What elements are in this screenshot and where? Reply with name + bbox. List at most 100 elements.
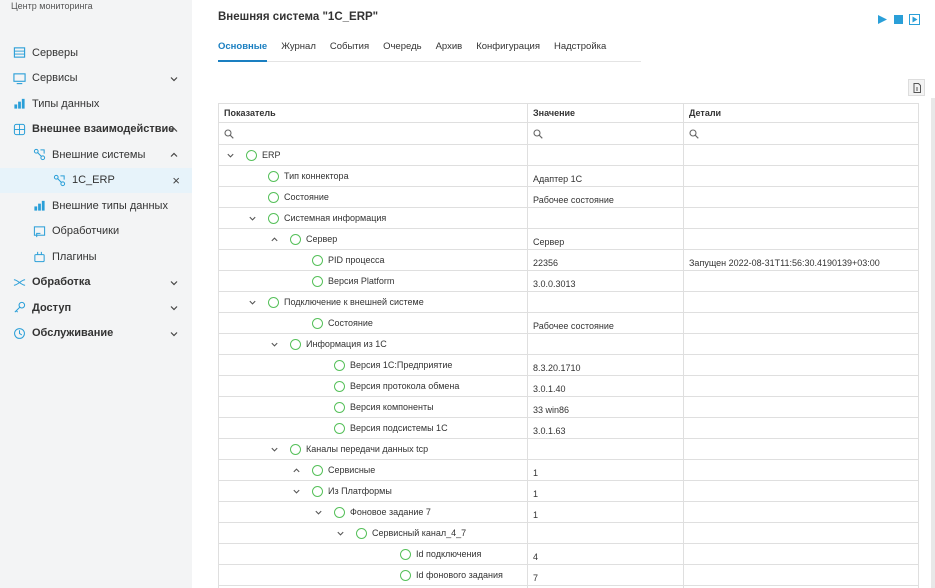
table-row[interactable]: Информация из 1С (218, 333, 919, 355)
value-cell: 8.3.20.1710 (527, 354, 684, 376)
column-header-value[interactable]: Значение (527, 103, 684, 123)
column-header-details[interactable]: Детали (683, 103, 919, 123)
search-icon (689, 128, 913, 139)
sidebar-item-external-data-types[interactable]: Внешние типы данных (0, 193, 192, 219)
details-cell (683, 396, 919, 418)
filter-details[interactable] (683, 122, 919, 145)
chevron-down-icon[interactable] (169, 329, 179, 339)
chevron-down-icon[interactable] (312, 506, 324, 518)
table-row[interactable]: Фоновое задание 7 1 (218, 501, 919, 523)
value-cell: 22356 (527, 249, 684, 271)
sidebar-item-plugins[interactable]: Плагины (0, 244, 192, 270)
search-icon (533, 128, 678, 139)
table-row[interactable]: Версия 1С:Предприятие 8.3.20.1710 (218, 354, 919, 376)
metric-name: Состояние (284, 192, 329, 202)
sidebar-item-external-interaction[interactable]: Внешнее взаимодействие (0, 117, 192, 143)
table-row[interactable]: Версия компоненты 33 win86 (218, 396, 919, 418)
sidebar-item-processing[interactable]: Обработка (0, 270, 192, 296)
metric-name: Версия 1С:Предприятие (350, 360, 453, 370)
scrollbar[interactable] (931, 98, 935, 588)
tab-queue[interactable]: Очередь (383, 40, 421, 62)
metric-cell: Версия протокола обмена (218, 375, 528, 397)
chevron-down-icon[interactable] (268, 338, 280, 350)
sidebar-item-label: Плагины (52, 250, 97, 263)
chevron-down-icon[interactable] (268, 443, 280, 455)
chevron-down-icon[interactable] (246, 296, 258, 308)
sidebar-item-access[interactable]: Доступ (0, 295, 192, 321)
table-row[interactable]: Подключение к внешней системе (218, 291, 919, 313)
chevron-up-icon[interactable] (290, 464, 302, 476)
play-icon[interactable] (877, 14, 888, 25)
step-icon[interactable] (909, 14, 920, 25)
details-cell (683, 186, 919, 208)
search-icon (224, 128, 522, 139)
details-cell (683, 207, 919, 229)
metric-cell: Тип коннектора (218, 165, 528, 187)
export-button[interactable] (908, 79, 925, 96)
status-ok-icon (312, 485, 323, 497)
table-row[interactable]: Id фонового задания 7 (218, 564, 919, 586)
metric-name: Id фонового задания (416, 570, 503, 580)
app-title: Центр мониторинга (11, 1, 93, 11)
tab-events[interactable]: События (330, 40, 369, 62)
chevron-down-icon[interactable] (334, 527, 346, 539)
status-ok-icon (290, 338, 301, 350)
column-header-metric[interactable]: Показатель (218, 103, 528, 123)
tab-main[interactable]: Основные (218, 40, 268, 62)
metric-cell: Id фонового задания (218, 564, 528, 586)
table-row[interactable]: Версия протокола обмена 3.0.1.40 (218, 375, 919, 397)
chevron-down-icon[interactable] (169, 303, 179, 313)
table-row[interactable]: Каналы передачи данных tcp (218, 438, 919, 460)
table-row[interactable]: Сервисные 1 (218, 459, 919, 481)
table-row[interactable]: Состояние Рабочее состояние (218, 312, 919, 334)
sidebar-item-handlers[interactable]: Обработчики (0, 219, 192, 245)
table-row[interactable]: Из Платформы 1 (218, 480, 919, 502)
sidebar-item-services[interactable]: Сервисы (0, 66, 192, 92)
table-row[interactable]: Сервисный канал_4_7 (218, 522, 919, 544)
sidebar-item-servers[interactable]: Серверы (0, 40, 192, 66)
table-body: ERP Тип коннектора Адаптер 1С Состояние Рабо… (218, 144, 919, 588)
status-ok-icon (334, 401, 345, 413)
key-icon (12, 301, 26, 315)
tab-configuration[interactable]: Конфигурация (476, 40, 540, 62)
chevron-up-icon[interactable] (169, 150, 179, 160)
chevron-down-icon[interactable] (224, 149, 236, 161)
close-icon[interactable]: × (172, 173, 180, 188)
sidebar-item-label: Внешние системы (52, 148, 146, 161)
stop-icon[interactable] (893, 14, 904, 25)
table-row[interactable]: Системная информация (218, 207, 919, 229)
chevron-down-icon[interactable] (290, 485, 302, 497)
chevron-down-icon[interactable] (246, 212, 258, 224)
sidebar-item-data-types[interactable]: Типы данных (0, 91, 192, 117)
toggle-spacer (312, 380, 324, 392)
table-row[interactable]: PID процесса 22356 Запущен 2022-08-31T11:5… (218, 249, 919, 271)
table-row[interactable]: Сервер Сервер (218, 228, 919, 250)
chevron-down-icon[interactable] (169, 74, 179, 84)
table-row[interactable]: Версия подсистемы 1С 3.0.1.63 (218, 417, 919, 439)
metric-name: PID процесса (328, 255, 385, 265)
table-row[interactable]: Id подключения 4 (218, 543, 919, 565)
toggle-spacer (312, 422, 324, 434)
table-row[interactable]: Версия Platform 3.0.0.3013 (218, 270, 919, 292)
servers-icon (12, 46, 26, 60)
tab-addon[interactable]: Надстройка (554, 40, 606, 62)
metric-cell: Фоновое задание 7 (218, 501, 528, 523)
chevron-up-icon[interactable] (268, 233, 280, 245)
table-row[interactable]: Состояние Рабочее состояние (218, 186, 919, 208)
table-row[interactable]: Тип коннектора Адаптер 1С (218, 165, 919, 187)
tab-archive[interactable]: Архив (436, 40, 463, 62)
sidebar-item-external-systems[interactable]: Внешние системы (0, 142, 192, 168)
sidebar-item-1c-erp[interactable]: 1C_ERP × (0, 167, 192, 193)
details-cell (683, 354, 919, 376)
details-cell (683, 522, 919, 544)
filter-value[interactable] (527, 122, 684, 145)
chevron-up-icon[interactable] (169, 125, 179, 135)
chevron-down-icon[interactable] (169, 278, 179, 288)
status-ok-icon (400, 548, 411, 560)
tab-journal[interactable]: Журнал (281, 40, 316, 62)
sidebar-item-maintenance[interactable]: Обслуживание (0, 321, 192, 347)
table-row[interactable]: ERP (218, 144, 919, 166)
value-cell (527, 291, 684, 313)
sidebar-item-label: Внешнее взаимодействие (32, 123, 175, 136)
filter-metric[interactable] (218, 122, 528, 145)
